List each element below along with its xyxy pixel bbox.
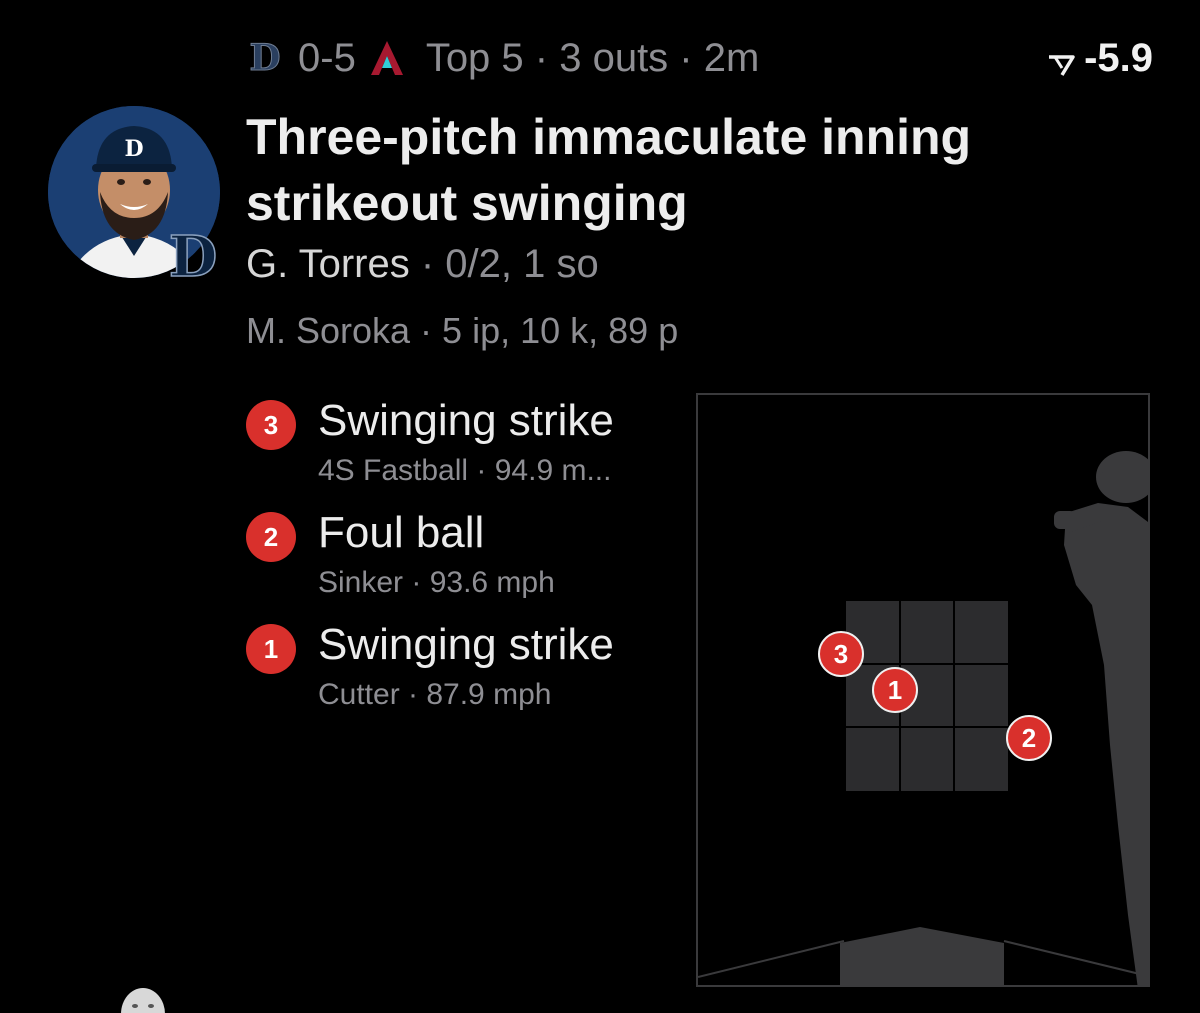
svg-text:D: D bbox=[249, 38, 280, 78]
batter-line: G. Torres · 0/2, 1 so bbox=[246, 242, 599, 287]
game-score: 0-5 bbox=[298, 35, 356, 80]
pitch-marker[interactable]: 3 bbox=[818, 631, 864, 677]
pitch-detail: Sinker · 93.6 mph bbox=[318, 566, 555, 599]
svg-text:D: D bbox=[170, 226, 216, 284]
diamondbacks-logo-icon bbox=[370, 38, 404, 78]
strike-zone-graphic bbox=[698, 451, 1148, 985]
pitch-item[interactable]: 1 Swinging strike Cutter · 87.9 mph bbox=[246, 620, 686, 732]
game-state: Top 5 · 3 outs · 2m bbox=[425, 35, 760, 80]
win-probability-icon bbox=[1046, 44, 1076, 76]
pitch-sequence-list: 3 Swinging strike 4S Fastball · 94.9 m..… bbox=[246, 396, 686, 732]
player-avatar[interactable]: D D bbox=[48, 106, 220, 291]
pitch-detail: Cutter · 87.9 mph bbox=[318, 678, 552, 711]
pitch-marker[interactable]: 1 bbox=[872, 667, 918, 713]
pitch-number-badge: 3 bbox=[246, 400, 296, 450]
pitch-detail: 4S Fastball · 94.9 m... bbox=[318, 454, 612, 487]
play-headline: Three-pitch immaculate inning strikeout … bbox=[246, 109, 972, 231]
batter-silhouette bbox=[1054, 451, 1148, 985]
game-header: D 0-5 Top 5 · 3 outs · 2m -5.9 bbox=[248, 30, 1153, 86]
tigers-d-icon: D bbox=[168, 223, 218, 291]
pitch-result: Foul ball bbox=[318, 508, 485, 557]
pitch-number-badge: 2 bbox=[246, 512, 296, 562]
strike-zone-panel[interactable]: 3 1 2 bbox=[696, 393, 1150, 987]
pitch-number-badge: 1 bbox=[246, 624, 296, 674]
batter-stats: · 0/2, 1 so bbox=[409, 242, 599, 286]
pitch-marker[interactable]: 2 bbox=[1006, 715, 1052, 761]
tigers-logo-icon: D bbox=[248, 37, 282, 80]
win-probability-change: -5.9 bbox=[1084, 35, 1153, 80]
win-probability: -5.9 bbox=[1046, 36, 1153, 81]
pitch-item[interactable]: 3 Swinging strike 4S Fastball · 94.9 m..… bbox=[246, 396, 686, 508]
svg-text:D: D bbox=[124, 136, 143, 162]
next-play-avatar[interactable] bbox=[120, 984, 166, 1013]
strike-zone-grid bbox=[846, 601, 1008, 791]
pitch-result: Swinging strike bbox=[318, 396, 614, 445]
pitcher-line: M. Soroka · 5 ip, 10 k, 89 p bbox=[246, 310, 679, 351]
batter-name[interactable]: G. Torres bbox=[246, 242, 410, 286]
home-plate-area bbox=[698, 927, 1148, 985]
play-card[interactable]: D 0-5 Top 5 · 3 outs · 2m -5.9 D D Three… bbox=[0, 0, 1200, 1013]
pitch-item[interactable]: 2 Foul ball Sinker · 93.6 mph bbox=[246, 508, 686, 620]
pitch-result: Swinging strike bbox=[318, 620, 614, 669]
